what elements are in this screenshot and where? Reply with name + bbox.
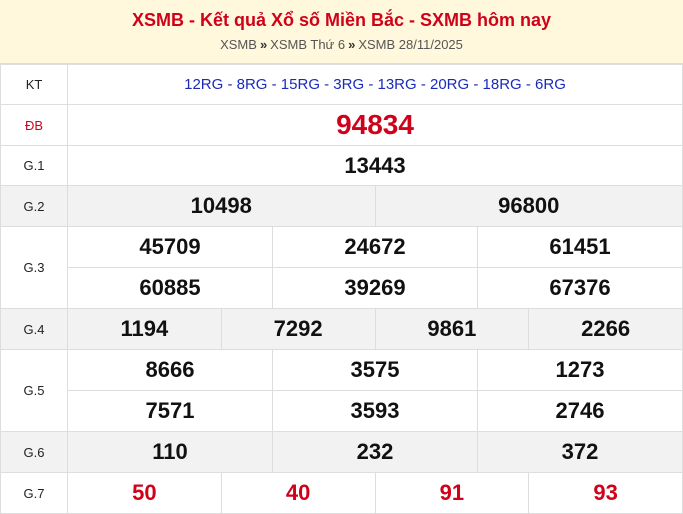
row-g5: 7571 3593 2746 <box>1 390 683 432</box>
prize-number: 8666 <box>67 349 273 391</box>
prize-number: 3593 <box>272 390 478 432</box>
row-g3: G.3 45709 24672 61451 <box>0 226 683 309</box>
breadcrumb-separator: » <box>348 37 356 52</box>
breadcrumb: XSMB» XSMB Thứ 6» XSMB 28/11/2025 <box>0 37 683 53</box>
row-g2: G.2 10498 96800 <box>0 185 683 227</box>
prize-number: 96800 <box>374 185 683 227</box>
prize-number: 9861 <box>374 308 530 350</box>
row-label-g5: G.5 <box>0 349 68 432</box>
prize-number: 3575 <box>272 349 478 391</box>
prize-number: 10498 <box>67 185 376 227</box>
row-g7: G.7 50 40 91 93 <box>0 472 683 514</box>
row-g6: G.6 110 232 372 <box>0 431 683 473</box>
prize-number: 45709 <box>67 226 273 268</box>
kt-codes: 12RG - 8RG - 15RG - 3RG - 13RG - 20RG - … <box>67 64 683 105</box>
row-label-g3: G.3 <box>0 226 68 309</box>
results-header: XSMB - Kết quả Xổ số Miền Bắc - SXMB hôm… <box>0 0 683 64</box>
prize-number: 2266 <box>528 308 683 350</box>
row-label-kt: KT <box>0 64 68 105</box>
breadcrumb-link-xsmb[interactable]: XSMB <box>220 37 257 52</box>
prize-number: 110 <box>67 431 273 473</box>
prize-number: 91 <box>374 472 530 514</box>
prize-number: 13443 <box>67 145 683 186</box>
prize-number: 24672 <box>272 226 478 268</box>
row-g1: G.1 13443 <box>0 145 683 186</box>
prize-number: 7292 <box>220 308 376 350</box>
row-db: ĐB 94834 <box>0 104 683 146</box>
prize-number: 93 <box>528 472 683 514</box>
prize-number: 232 <box>272 431 478 473</box>
row-label-g2: G.2 <box>0 185 68 227</box>
row-kt: KT 12RG - 8RG - 15RG - 3RG - 13RG - 20RG… <box>0 64 683 105</box>
prize-number: 61451 <box>477 226 683 268</box>
page-title: XSMB - Kết quả Xổ số Miền Bắc - SXMB hôm… <box>131 10 552 30</box>
prize-number: 1273 <box>477 349 683 391</box>
prize-number: 60885 <box>67 267 273 309</box>
breadcrumb-separator: » <box>259 37 268 52</box>
row-label-db: ĐB <box>0 104 68 146</box>
row-label-g6: G.6 <box>0 431 68 473</box>
prize-number: 2746 <box>477 390 683 432</box>
prize-number: 50 <box>67 472 222 514</box>
special-prize-number: 94834 <box>67 104 683 146</box>
row-label-g1: G.1 <box>0 145 68 186</box>
row-g3: 60885 39269 67376 <box>1 267 683 309</box>
prize-number: 7571 <box>67 390 273 432</box>
prize-number: 372 <box>477 431 683 473</box>
prize-number: 39269 <box>272 267 478 309</box>
breadcrumb-link-weekday[interactable]: XSMB Thứ 6 <box>270 37 345 52</box>
breadcrumb-link-date[interactable]: XSMB 28/11/2025 <box>358 37 463 52</box>
prize-number: 67376 <box>477 267 683 309</box>
row-g4: G.4 1194 7292 9861 2266 <box>0 308 683 350</box>
prize-number: 40 <box>220 472 376 514</box>
prize-number: 1194 <box>67 308 222 350</box>
row-g5: G.5 8666 3575 1273 <box>0 349 683 432</box>
row-label-g4: G.4 <box>0 308 68 350</box>
row-label-g7: G.7 <box>0 472 68 514</box>
results-table: KT 12RG - 8RG - 15RG - 3RG - 13RG - 20RG… <box>0 64 683 514</box>
